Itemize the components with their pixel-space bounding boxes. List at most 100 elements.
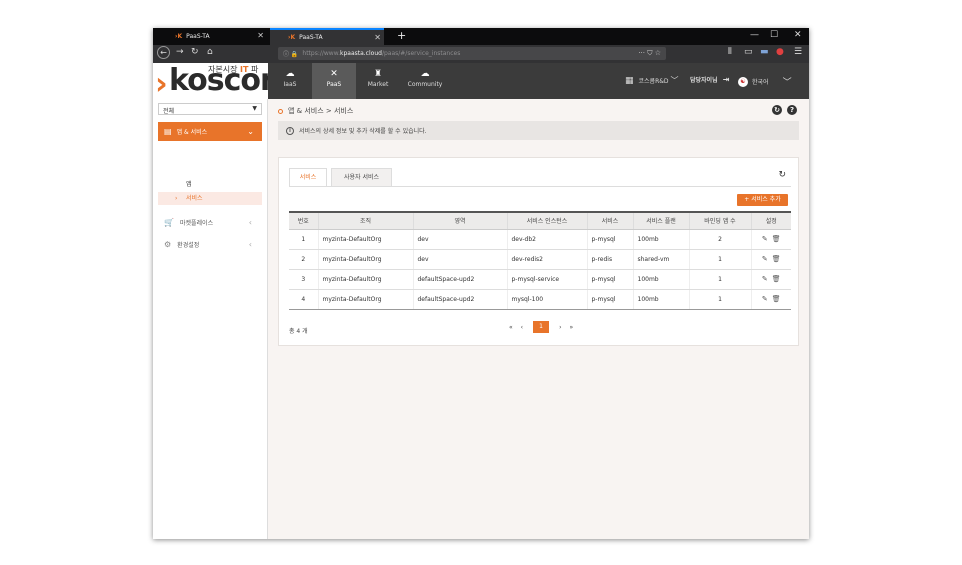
minimize-button[interactable]: — [750,30,759,40]
add-service-button[interactable]: + 서비스 추가 [737,194,788,206]
cell-instance[interactable]: mysql-100 [506,289,587,310]
nav-market[interactable]: ♜ Market [356,63,400,99]
nav-paas[interactable]: ✕ PaaS [312,63,356,99]
table-row[interactable]: 3 myzinta-DefaultOrg defaultSpace-upd2 p… [289,269,791,290]
chat-icon: ☁ [420,69,430,79]
cell-space: dev [412,249,507,270]
browser-tab-1[interactable]: ›K PaaS-TA ✕ [153,28,267,45]
pocket-icon[interactable]: ⛉ [647,49,652,57]
grid-icon: ▦ [625,75,634,86]
cart-icon: 🛒 [164,218,174,227]
sidebar-item-app-service[interactable]: ▤ 앱 & 서비스 ⌄ [158,122,262,141]
sidebar-item-settings[interactable]: ⚙ 환경설정 ‹ [158,237,262,252]
tab-services[interactable]: 서비스 [289,168,327,187]
table-row[interactable]: 1 myzinta-DefaultOrg dev dev-db2 p-mysql… [289,229,791,250]
chevron-right-icon: › [175,195,178,202]
cell-bound-apps: 1 [688,289,751,310]
sidebar: 전체 ▼ ▤ 앱 & 서비스 ⌄ 앱 › 서비스 🛒 마켓플레이스 ‹ ⚙ 환경… [153,99,268,539]
edit-pencil-icon[interactable]: ✎ [762,275,768,283]
col-header[interactable]: 서비스 인스턴스 [506,211,587,230]
edit-pencil-icon[interactable]: ✎ [762,295,768,303]
koscom-logo[interactable]: 자본시장 IT 파 › koscom [153,63,268,99]
trash-icon[interactable]: 🗑 [772,255,781,263]
pagination: « ‹ 1 › » [505,321,577,333]
prev-page-button[interactable]: ‹ [521,324,523,331]
forward-arrow-icon[interactable]: → [176,47,184,57]
close-icon[interactable]: ✕ [257,31,264,40]
browser-tab-strip: ›K PaaS-TA ✕ ›K PaaS-TA ✕ + — ☐ ✕ [153,28,809,45]
scope-select[interactable]: 전체 ▼ [158,103,262,115]
next-page-button[interactable]: › [559,324,561,331]
paasta-favicon-icon: ›K [288,34,296,41]
reload-icon[interactable]: ↻ [191,47,199,57]
browser-tab-title: PaaS-TA [186,33,210,40]
more-icon[interactable]: ··· [638,49,645,57]
cell-instance[interactable]: p-mysql-service [506,269,587,290]
page-number-current[interactable]: 1 [533,321,550,333]
new-tab-button[interactable]: + [397,29,406,42]
hamburger-menu-icon[interactable]: ☰ [794,47,802,57]
org-selector[interactable]: ▦ 코스콤R&D ﹀ [625,75,679,86]
url-bar[interactable]: ⓘ 🔒 https://www. kpaasta.cloud /paas/#/s… [278,47,666,60]
chevron-left-icon: ‹ [248,240,252,249]
tab-user-services[interactable]: 사용자 서비스 [331,168,392,186]
library-icon[interactable]: ⫴ [728,47,732,57]
language-selector[interactable]: ☯ 한국어 ﹀ [738,75,792,88]
sidebar-item-marketplace[interactable]: 🛒 마켓플레이스 ‹ [158,215,262,230]
window-close-button[interactable]: ✕ [794,30,802,40]
first-page-button[interactable]: « [509,324,513,331]
cell-org: myzinta-DefaultOrg [317,269,413,290]
back-arrow-icon[interactable]: ← [157,46,170,59]
home-icon[interactable]: ⌂ [207,47,213,57]
cell-service: p-redis [586,249,633,270]
col-header[interactable]: 조직 [317,211,413,230]
tab-divider [289,186,791,187]
trash-icon[interactable]: 🗑 [772,275,781,283]
user-menu[interactable]: 담당자이님 ⇥ [690,75,729,84]
nav-community[interactable]: ☁ Community [400,63,450,99]
trash-icon[interactable]: 🗑 [772,295,781,303]
logo-wordmark: koscom [169,63,268,98]
browser-tab-title: PaaS-TA [299,34,323,41]
cell-instance[interactable]: dev-redis2 [506,249,587,270]
trash-icon[interactable]: 🗑 [772,235,781,243]
edit-pencil-icon[interactable]: ✎ [762,255,768,263]
col-header[interactable]: 서비스 [586,211,633,230]
last-page-button[interactable]: » [569,324,573,331]
refresh-icon[interactable]: ↻ [778,170,786,180]
refresh-icon[interactable]: ↻ [772,105,782,115]
logout-icon[interactable]: ⇥ [723,75,730,84]
bookmark-star-icon[interactable]: ☆ [655,49,661,57]
table-row[interactable]: 4 myzinta-DefaultOrg defaultSpace-upd2 m… [289,289,791,310]
col-header[interactable]: 번호 [289,211,318,230]
chevron-down-icon: ﹀ [782,78,792,88]
cell-org: myzinta-DefaultOrg [317,249,413,270]
cell-actions: ✎ 🗑 [750,289,791,310]
sidebar-icon[interactable]: ▭ [744,47,753,57]
help-icon[interactable]: ? [787,105,797,115]
service-panel: 서비스 사용자 서비스 ↻ + 서비스 추가 번호 조직 영역 서비스 인스턴스… [278,157,799,346]
nav-iaas[interactable]: ☁ IaaS [268,63,312,99]
cell-plan: 100mb [632,289,689,310]
url-prefix: https://www. [302,50,340,57]
browser-tab-2[interactable]: ›K PaaS-TA ✕ [270,28,384,45]
select-arrow-icon: ▼ [252,105,257,112]
apps-icon: ▤ [164,127,172,136]
col-header[interactable]: 서비스 플랜 [632,211,689,230]
col-header[interactable]: 바인딩 앱 수 [688,211,751,230]
cell-instance[interactable]: dev-db2 [506,229,587,250]
table-row[interactable]: 2 myzinta-DefaultOrg dev dev-redis2 p-re… [289,249,791,270]
maximize-button[interactable]: ☐ [770,30,778,40]
logo-chevron-icon: › [155,66,168,99]
cell-actions: ✎ 🗑 [750,249,791,270]
col-header[interactable]: 영역 [412,211,507,230]
extension-red-icon[interactable]: ● [776,47,784,57]
page-actions[interactable]: ··· ⛉ ☆ [638,49,661,58]
cell-bound-apps: 1 [688,249,751,270]
extension-icon[interactable]: ▬ [760,47,769,57]
sidebar-subitem-service[interactable]: › 서비스 [158,192,262,205]
sidebar-subitem-app[interactable]: 앱 [158,178,262,191]
close-icon[interactable]: ✕ [374,33,381,42]
edit-pencil-icon[interactable]: ✎ [762,235,768,243]
cell-no: 1 [289,229,318,250]
